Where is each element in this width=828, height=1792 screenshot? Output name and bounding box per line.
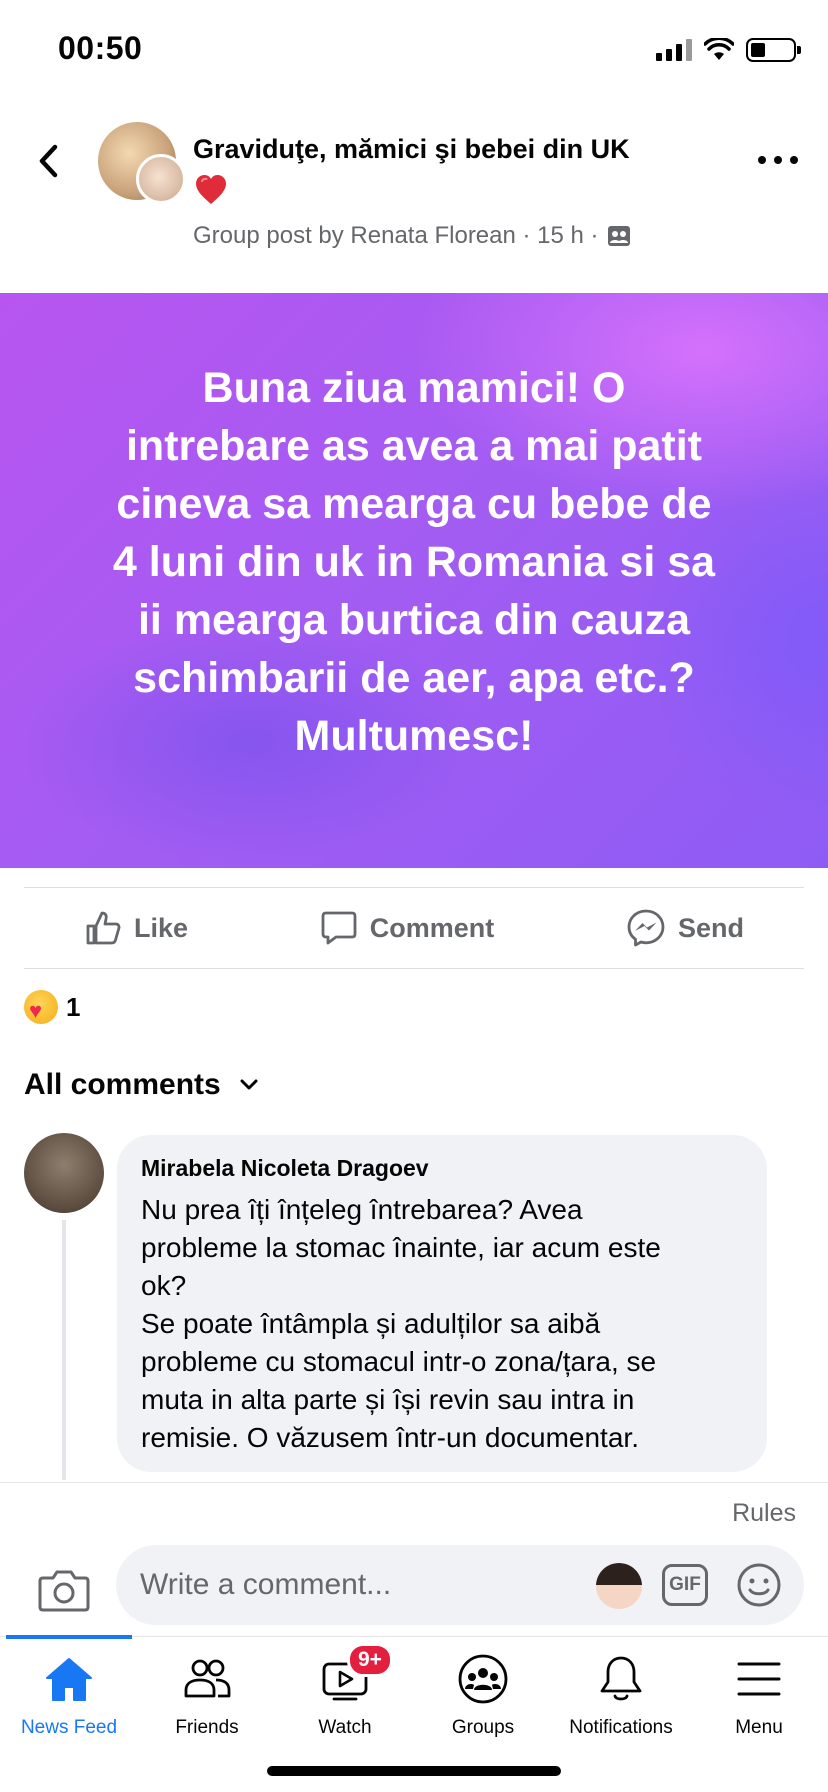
status-time: 00:50 <box>58 30 143 66</box>
back-button[interactable] <box>28 136 68 186</box>
red-heart-icon <box>196 175 226 204</box>
tab-watch[interactable]: 9+ Watch <box>276 1643 414 1751</box>
send-label: Send <box>677 912 744 943</box>
post-meta-text: Group post by Renata Florean · 15 h · <box>193 222 599 249</box>
bottom-tab-bar: News Feed Friends 9+ Watch Groups Notifi… <box>0 1635 828 1792</box>
care-reaction-icon <box>24 990 58 1024</box>
tab-label: Friends <box>175 1717 239 1738</box>
tab-label: Menu <box>735 1717 783 1738</box>
reaction-count: 1 <box>66 991 81 1022</box>
comment-label: Comment <box>369 912 495 943</box>
reactions-summary[interactable]: 1 <box>24 990 80 1024</box>
home-indicator <box>267 1766 561 1776</box>
tab-label: News Feed <box>20 1717 118 1738</box>
like-button[interactable]: Like <box>84 909 188 947</box>
comment-bubble[interactable]: Mirabela Nicoleta Dragoev Nu prea îți în… <box>117 1135 767 1472</box>
active-tab-indicator <box>6 1635 132 1639</box>
status-icons <box>656 36 801 64</box>
gif-button[interactable]: GIF <box>662 1564 708 1606</box>
cellular-signal-icon <box>656 39 692 61</box>
home-icon <box>41 1651 97 1707</box>
post-actions: Like Comment Send <box>24 888 804 968</box>
send-button[interactable]: Send <box>626 908 744 948</box>
menu-icon <box>731 1651 787 1707</box>
thread-line <box>62 1220 66 1480</box>
author-avatar[interactable] <box>136 154 186 204</box>
comment-text: Nu prea îți înțeleg întrebarea? Avea pro… <box>141 1194 661 1453</box>
post-header: Graviduţe, mămici şi bebei din UK Group … <box>0 110 828 270</box>
chevron-left-icon <box>39 144 58 178</box>
avatar-sticker-icon[interactable] <box>596 1563 642 1609</box>
bell-icon <box>593 1651 649 1707</box>
tab-label: Watch <box>318 1717 372 1738</box>
groups-icon <box>455 1651 511 1707</box>
rules-link[interactable]: Rules <box>732 1499 796 1528</box>
post-text: Buna ziua mamici! O intrebare as avea a … <box>112 364 716 760</box>
tab-menu[interactable]: Menu <box>690 1651 828 1751</box>
group-name[interactable]: Graviduţe, mămici şi bebei din UK <box>193 132 753 166</box>
comment-author[interactable]: Mirabela Nicoleta Dragoev <box>141 1153 743 1183</box>
chevron-down-icon <box>240 1079 258 1090</box>
friends-icon <box>179 1651 235 1707</box>
tab-label: Notifications <box>569 1717 673 1738</box>
watch-badge: 9+ <box>347 1643 393 1677</box>
messenger-icon <box>627 909 665 947</box>
more-dot-icon <box>758 156 766 164</box>
tab-notifications[interactable]: Notifications <box>552 1651 690 1751</box>
wifi-icon <box>704 38 734 60</box>
more-dot-icon <box>774 156 782 164</box>
tab-friends[interactable]: Friends <box>138 1651 276 1751</box>
post-meta: Group post by Renata Florean · 15 h · <box>193 222 631 250</box>
group-audience-icon <box>607 226 630 246</box>
thumbs-up-icon <box>86 911 121 945</box>
more-options-button[interactable] <box>758 150 798 170</box>
tab-news-feed[interactable]: News Feed <box>0 1651 138 1751</box>
more-dot-icon <box>790 156 798 164</box>
comment-input[interactable] <box>140 1545 560 1625</box>
watch-icon: 9+ <box>317 1643 393 1707</box>
battery-icon <box>746 38 801 62</box>
comments-filter-label: All comments <box>24 1068 221 1101</box>
like-label: Like <box>134 912 189 943</box>
tab-groups[interactable]: Groups <box>414 1651 552 1751</box>
speech-bubble-icon <box>321 911 357 945</box>
tab-label: Groups <box>451 1717 515 1738</box>
comment-input-wrapper: GIF <box>116 1545 804 1625</box>
commenter-avatar[interactable] <box>24 1133 104 1213</box>
post-background: Buna ziua mamici! O intrebare as avea a … <box>0 293 828 868</box>
comment-button[interactable]: Comment <box>320 909 495 947</box>
status-bar: 00:50 <box>0 0 828 100</box>
camera-icon[interactable] <box>38 1568 90 1612</box>
divider <box>24 968 804 969</box>
emoji-icon[interactable] <box>736 1562 782 1608</box>
comment-composer: Rules GIF <box>0 1482 828 1632</box>
comments-filter-dropdown[interactable]: All comments <box>24 1068 259 1102</box>
